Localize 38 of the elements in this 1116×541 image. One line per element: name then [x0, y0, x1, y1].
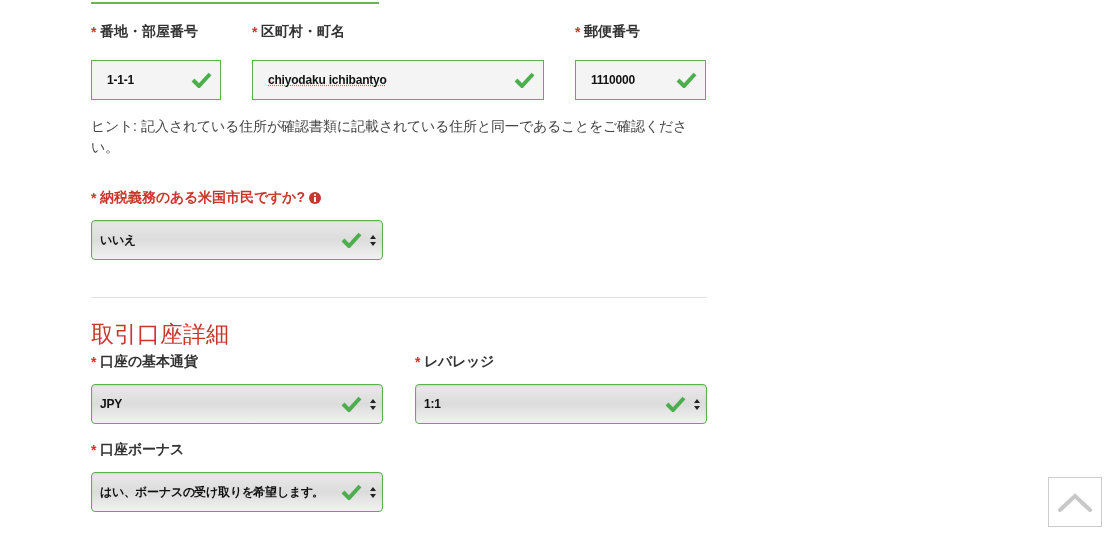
checkmark-icon	[341, 484, 362, 500]
field-label: 納税義務のある米国市民ですか?	[100, 189, 305, 207]
required-mark: *	[91, 24, 97, 40]
field-label: 区町村・町名	[261, 23, 346, 41]
checkmark-icon	[514, 72, 535, 88]
required-mark: *	[575, 24, 581, 40]
field-label: 郵便番号	[584, 23, 641, 41]
select-field[interactable]: JPY	[91, 384, 383, 424]
required-mark: *	[91, 354, 97, 370]
required-mark: *	[91, 442, 97, 458]
field-label: レバレッジ	[424, 353, 495, 371]
scroll-to-top-button[interactable]	[1048, 477, 1102, 527]
select-field[interactable]: はい、ボーナスの受け取りを希望します。	[91, 472, 383, 512]
checkmark-icon	[676, 72, 697, 88]
chevron-up-icon	[1057, 492, 1093, 512]
updown-arrows-icon	[370, 486, 376, 498]
input-field[interactable]: chiyodaku ichibantyo	[252, 60, 544, 100]
input-field[interactable]: 1-1-1	[91, 60, 221, 100]
updown-arrows-icon	[370, 234, 376, 246]
required-mark: *	[252, 24, 258, 40]
select-field[interactable]: 1:1	[415, 384, 707, 424]
field-label: 番地・部屋番号	[100, 23, 199, 41]
checkmark-icon	[341, 396, 362, 412]
checkmark-icon	[665, 396, 686, 412]
required-mark: *	[415, 354, 421, 370]
field-label: 口座ボーナス	[100, 441, 185, 459]
select-field[interactable]: いいえ	[91, 220, 383, 260]
checkmark-icon	[341, 232, 362, 248]
updown-arrows-icon	[694, 398, 700, 410]
info-icon[interactable]	[309, 192, 321, 204]
input-field[interactable]	[91, 0, 379, 4]
field-label: 口座の基本通貨	[100, 353, 199, 371]
updown-arrows-icon	[370, 398, 376, 410]
section-heading: 取引口座詳細	[91, 320, 230, 348]
checkmark-icon	[191, 72, 212, 88]
required-mark: *	[91, 190, 97, 206]
input-field[interactable]: 1110000	[575, 60, 706, 100]
hint-text: ヒント: 記入されている住所が確認書類に記載されている住所と同一であることをご確認ください。	[91, 117, 688, 157]
